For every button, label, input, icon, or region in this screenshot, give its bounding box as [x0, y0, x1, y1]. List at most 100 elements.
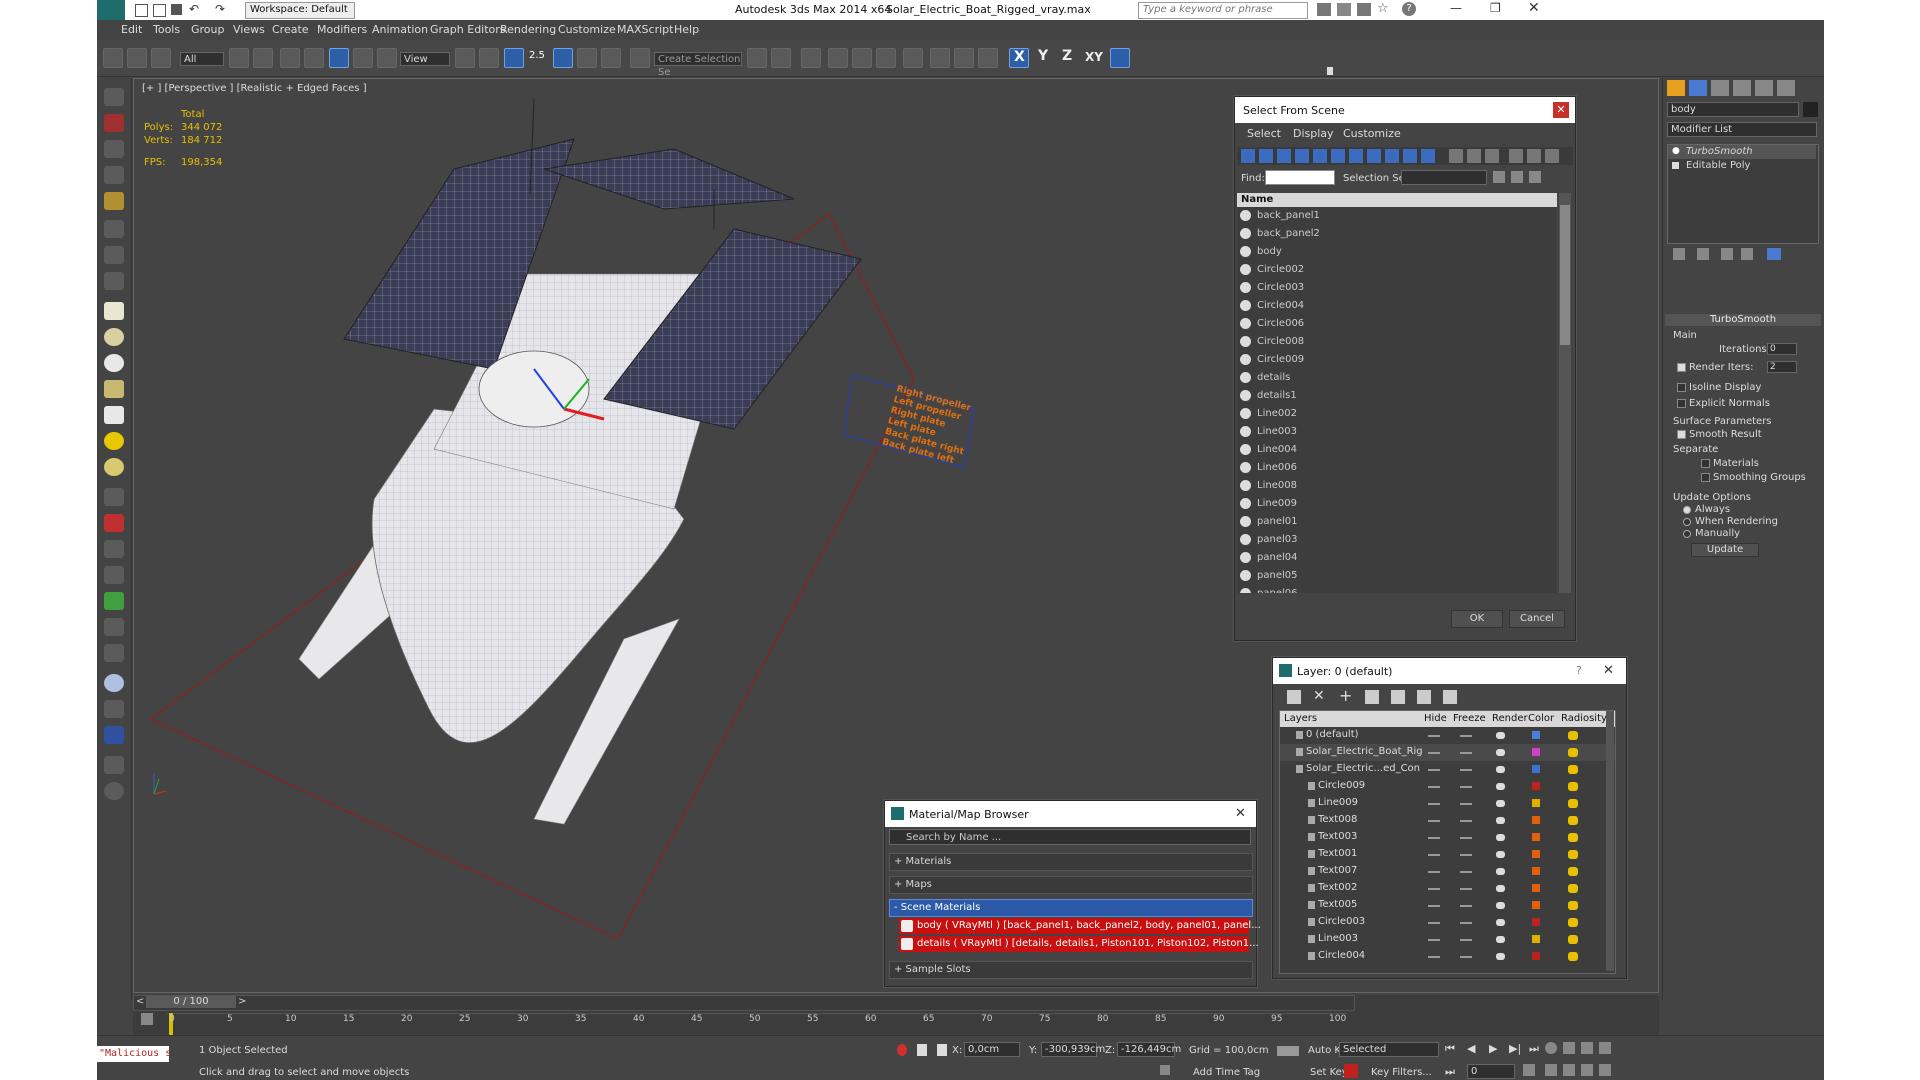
layer-row[interactable]: Text002 [1280, 880, 1615, 897]
layer-row[interactable]: Text008 [1280, 812, 1615, 829]
find-input[interactable] [1265, 170, 1335, 185]
always-radio[interactable] [1683, 506, 1691, 514]
list-item[interactable]: Line002 [1237, 405, 1557, 423]
quick-access-new-icon[interactable] [135, 4, 148, 17]
render-iters-spinner[interactable]: 2 [1767, 361, 1797, 373]
filter-groups-icon[interactable] [1349, 149, 1363, 163]
z-coord-field[interactable]: -126,449cm [1117, 1042, 1181, 1057]
radiosity-teapot-icon[interactable] [1568, 782, 1578, 791]
material-body-row[interactable]: body ( VRayMtl ) [back_panel1, back_pane… [899, 918, 1261, 934]
layer-hide-toggle[interactable] [1428, 837, 1440, 839]
lt-tool-5-icon[interactable] [104, 192, 124, 210]
remove-modifier-icon[interactable] [1741, 248, 1753, 260]
render-teapot-icon[interactable] [1496, 936, 1505, 943]
layer-color-swatch[interactable] [1532, 816, 1540, 824]
layer-hide-toggle[interactable] [1428, 888, 1440, 890]
filter-shapes-icon[interactable] [1259, 149, 1273, 163]
render-teapot-icon[interactable] [1496, 834, 1505, 841]
select-object-icon[interactable] [229, 48, 249, 68]
menu-edit[interactable]: Edit [121, 23, 142, 36]
render-teapot-icon[interactable] [1496, 885, 1505, 892]
lt-tool-6-icon[interactable] [104, 220, 124, 238]
layer-close-icon[interactable]: ✕ [1603, 663, 1614, 678]
radiosity-teapot-icon[interactable] [1568, 731, 1578, 740]
lt-particles-icon[interactable] [104, 488, 124, 506]
layer-row[interactable]: Text007 [1280, 863, 1615, 880]
layer-color-swatch[interactable] [1532, 952, 1540, 960]
lt-tool-4-icon[interactable] [104, 166, 124, 184]
stack-item-turbosmooth[interactable]: ● TurboSmooth [1668, 145, 1816, 159]
list-item[interactable]: back_panel2 [1237, 225, 1557, 243]
lt-light-icon[interactable] [104, 432, 124, 450]
lt-tool-8-icon[interactable] [104, 272, 124, 290]
list-scrollbar[interactable] [1559, 193, 1571, 593]
layer-freeze-toggle[interactable] [1460, 888, 1472, 890]
list-item[interactable]: panel01 [1237, 513, 1557, 531]
user-icon[interactable] [1357, 3, 1371, 16]
find-options-icon-1[interactable] [1493, 171, 1505, 183]
time-slider[interactable]: < 0 / 100 > [133, 995, 1355, 1011]
layer-row[interactable]: 0 (default) [1280, 727, 1615, 744]
filter-bones-icon[interactable] [1385, 149, 1399, 163]
layer-color-swatch[interactable] [1532, 867, 1540, 875]
layer-manager-icon[interactable] [801, 48, 821, 68]
lt-tool-2-icon[interactable] [104, 114, 124, 132]
layer-color-swatch[interactable] [1532, 731, 1540, 739]
layer-delete-icon[interactable]: ✕ [1313, 688, 1325, 704]
bulb-icon[interactable]: ● [1672, 146, 1680, 156]
maximize-icon[interactable]: ❐ [1490, 1, 1501, 15]
render-teapot-icon[interactable] [1496, 800, 1505, 807]
render-teapot-icon[interactable] [1496, 919, 1505, 926]
display-tab-icon[interactable] [1755, 80, 1773, 96]
lt-tool-18-icon[interactable] [104, 566, 124, 584]
select-menu-customize[interactable]: Customize [1343, 127, 1401, 140]
make-unique-icon[interactable] [1721, 248, 1733, 260]
col-color[interactable]: Color [1528, 713, 1554, 724]
scene-object-list[interactable]: Name back_panel1 back_panel2 body Circle002… [1237, 193, 1557, 593]
layer-hide-toggle[interactable] [1428, 786, 1440, 788]
modifier-list-dropdown[interactable]: Modifier List [1667, 122, 1817, 137]
maxscript-listener[interactable]: "Malicious s [97, 1046, 169, 1062]
layer-help-icon[interactable]: ? [1576, 664, 1582, 677]
rollout-header[interactable]: TurboSmooth [1665, 314, 1821, 326]
layer-freeze-toggle[interactable] [1460, 735, 1472, 737]
layer-color-swatch[interactable] [1532, 765, 1540, 773]
display-options-icon[interactable] [1509, 149, 1523, 163]
time-slider-thumb[interactable]: 0 / 100 [146, 996, 236, 1008]
layer-color-swatch[interactable] [1532, 884, 1540, 892]
layer-row[interactable]: Circle003 [1280, 914, 1615, 931]
ok-button[interactable]: OK [1451, 610, 1503, 628]
layer-row[interactable]: Text001 [1280, 846, 1615, 863]
select-manipulate-icon[interactable] [479, 48, 499, 68]
col-freeze[interactable]: Freeze [1453, 713, 1486, 724]
col-render[interactable]: Render [1492, 713, 1528, 724]
key-icon[interactable] [1337, 3, 1351, 16]
layer-select-icon[interactable] [1365, 690, 1379, 704]
object-name-input[interactable]: body [1667, 102, 1799, 117]
time-config-icon[interactable] [1523, 1064, 1535, 1076]
select-dialog-close-icon[interactable]: ✕ [1553, 102, 1569, 118]
layer-hide-toggle[interactable] [1428, 922, 1440, 924]
help-icon[interactable]: ? [1402, 2, 1416, 16]
schematic-view-icon[interactable] [876, 48, 896, 68]
when-rendering-radio[interactable] [1683, 518, 1691, 526]
key-mode-icon[interactable] [1277, 1046, 1299, 1056]
close-window-icon[interactable]: ✕ [1528, 0, 1540, 16]
quick-access-open-icon[interactable] [153, 4, 166, 17]
configure-sets-icon[interactable] [1767, 248, 1781, 260]
layer-freeze-toggle[interactable] [1460, 939, 1472, 941]
list-item[interactable]: Circle003 [1237, 279, 1557, 297]
object-color-swatch[interactable] [1803, 102, 1818, 117]
keyboard-shortcut-override-icon[interactable] [504, 48, 524, 68]
graphite-tools-icon[interactable] [828, 48, 848, 68]
filter-cameras-icon[interactable] [1295, 149, 1309, 163]
hierarchy-tab-icon[interactable] [1711, 80, 1729, 96]
list-item[interactable]: panel03 [1237, 531, 1557, 549]
cancel-button[interactable]: Cancel [1509, 610, 1565, 628]
selection-lock-icon[interactable] [917, 1044, 927, 1056]
axis-xy-button[interactable]: XY [1085, 50, 1103, 64]
motion-tab-icon[interactable] [1733, 80, 1751, 96]
select-all-icon[interactable] [1449, 149, 1463, 163]
render-teapot-icon[interactable] [1496, 783, 1505, 790]
layer-freeze-toggle[interactable] [1460, 803, 1472, 805]
